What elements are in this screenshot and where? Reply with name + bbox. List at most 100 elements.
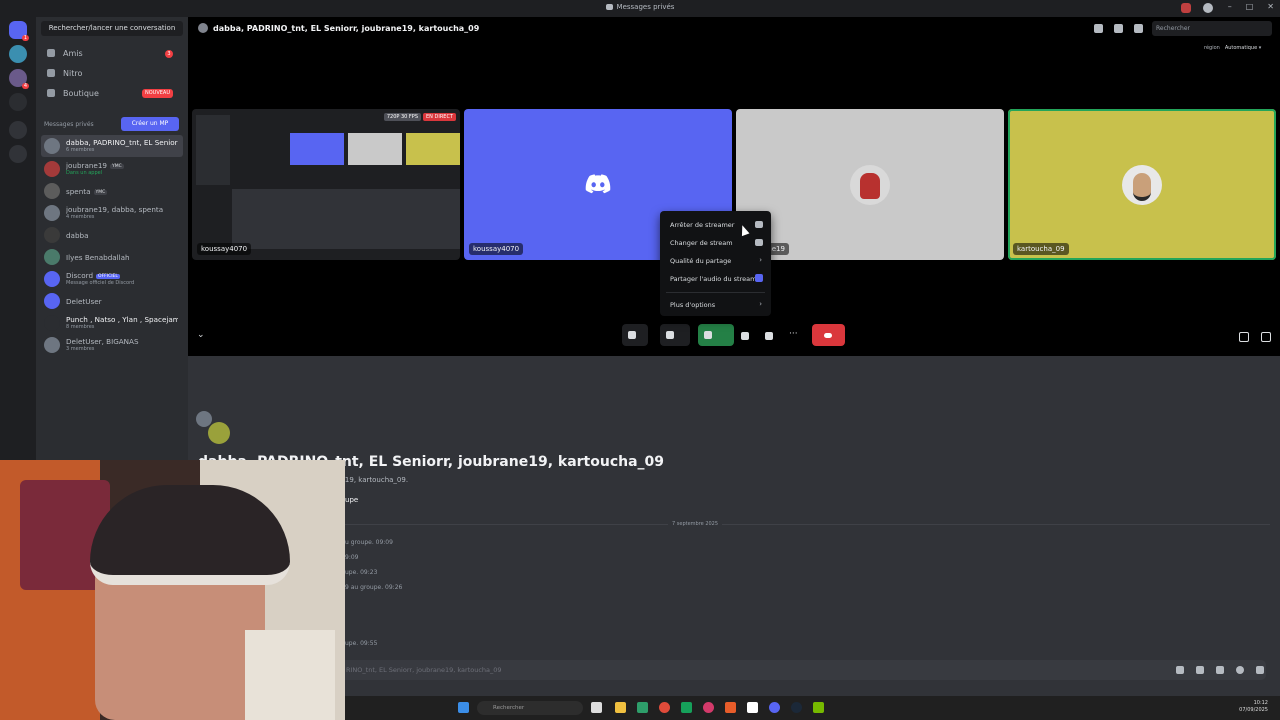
- camera-control[interactable]: [660, 324, 690, 346]
- dm-item[interactable]: Ilyes Benabdallah: [41, 246, 183, 268]
- app-icon[interactable]: [703, 702, 714, 713]
- inbox-icon[interactable]: [1181, 3, 1191, 13]
- fullscreen-icon[interactable]: [1261, 332, 1271, 342]
- stream-control[interactable]: [698, 324, 734, 346]
- hangup-button[interactable]: [812, 324, 845, 346]
- participant-tile[interactable]: kartoucha_09: [1008, 109, 1276, 260]
- microphone-icon: [628, 331, 636, 339]
- screen-share-icon: [704, 331, 712, 339]
- sticker-icon[interactable]: [1216, 666, 1224, 674]
- home-badge: 1: [21, 35, 29, 41]
- windows-start-icon[interactable]: [458, 702, 469, 713]
- menu-item-change-stream[interactable]: Changer de stream: [670, 239, 733, 247]
- group-avatar: [44, 205, 60, 221]
- activities-icon[interactable]: [741, 332, 749, 340]
- chrome-icon[interactable]: [659, 702, 670, 713]
- webcam-overlay: [0, 460, 345, 720]
- group-avatar: [208, 422, 230, 444]
- steam-icon[interactable]: [791, 702, 802, 713]
- maximize-icon[interactable]: □: [1246, 2, 1254, 11]
- hangup-icon: [824, 333, 832, 338]
- nvidia-icon[interactable]: [813, 702, 824, 713]
- explore-icon[interactable]: [9, 145, 27, 163]
- stream-preview: [192, 109, 460, 260]
- avatar: [850, 164, 890, 205]
- discord-taskbar-icon[interactable]: [769, 702, 780, 713]
- avatar: [44, 249, 60, 265]
- sidebar-item-friends[interactable]: Amis 3: [41, 45, 183, 63]
- members-icon[interactable]: [1134, 24, 1143, 33]
- menu-item-more-options[interactable]: Plus d'options: [670, 301, 715, 309]
- checkbox-checked-icon[interactable]: [755, 274, 763, 282]
- menu-item-stop-streaming[interactable]: Arrêter de streamer: [670, 221, 734, 229]
- file-explorer-icon[interactable]: [615, 702, 626, 713]
- soundboard-icon[interactable]: [765, 332, 773, 340]
- group-icon: [198, 23, 208, 33]
- tile-label: kartoucha_09: [1013, 243, 1069, 255]
- group-avatar: [44, 138, 60, 154]
- dm-item[interactable]: joubrane19 YMC Dans un appel: [41, 158, 183, 180]
- discord-icon: [605, 4, 613, 10]
- nitro-icon: [47, 69, 55, 77]
- system-message: upe. 09:23: [345, 569, 378, 576]
- server-icon[interactable]: 4: [9, 69, 29, 89]
- gift-icon[interactable]: [1176, 666, 1184, 674]
- more-options-icon[interactable]: ···: [789, 329, 798, 339]
- webcam-cap: [90, 485, 290, 585]
- sidebar-item-shop[interactable]: Boutique NOUVEAU: [41, 85, 183, 103]
- message-input[interactable]: RINO_tnt, EL Seniorr, joubrane19, kartou…: [338, 660, 1266, 680]
- window-titlebar: Messages privés – □ ✕: [0, 0, 1280, 17]
- emoji-icon[interactable]: [1236, 666, 1244, 674]
- minimize-icon[interactable]: –: [1228, 2, 1232, 11]
- preview-tile: [406, 133, 460, 165]
- add-member-icon[interactable]: [1114, 24, 1123, 33]
- chevron-down-icon[interactable]: ⌄: [197, 330, 205, 340]
- gif-icon[interactable]: [1196, 666, 1204, 674]
- region-selector[interactable]: région Automatique ▾: [1204, 45, 1261, 51]
- friends-badge: 3: [165, 50, 173, 58]
- search-input[interactable]: Rechercher: [1152, 21, 1272, 36]
- help-icon[interactable]: [1203, 3, 1213, 13]
- popout-icon[interactable]: [1239, 332, 1249, 342]
- mic-control[interactable]: [622, 324, 648, 346]
- app-icon[interactable]: [747, 702, 758, 713]
- dm-item[interactable]: dabba, PADRINO_tnt, EL Seniorr,... 6 mem…: [41, 135, 183, 157]
- stream-tile[interactable]: 720P 30 FPS EN DIRECT koussay4070: [192, 109, 460, 260]
- dm-item[interactable]: joubrane19, dabba, spenta 4 membres: [41, 202, 183, 224]
- screen-icon: [755, 239, 763, 246]
- sidebar-item-nitro[interactable]: Nitro: [41, 65, 183, 83]
- live-badge: EN DIRECT: [423, 113, 456, 121]
- app-icon[interactable]: [591, 702, 602, 713]
- add-server-icon[interactable]: [9, 121, 27, 139]
- home-icon[interactable]: 1: [9, 21, 29, 41]
- server-tag: YMC: [110, 164, 124, 169]
- apps-icon[interactable]: [1256, 666, 1264, 674]
- browser-icon[interactable]: [637, 702, 648, 713]
- menu-item-share-audio[interactable]: Partager l'audio du stream: [670, 275, 756, 283]
- app-icon[interactable]: [725, 702, 736, 713]
- create-dm-button[interactable]: Créer un MP: [121, 117, 179, 131]
- menu-item-stream-quality[interactable]: Qualité du partage: [670, 257, 731, 265]
- window-controls: – □ ✕: [1228, 2, 1274, 11]
- clock[interactable]: 10:12 07/09/2025: [1239, 700, 1268, 714]
- avatar-face: [1133, 172, 1151, 201]
- taskbar-search-input[interactable]: Rechercher: [477, 701, 583, 715]
- server-icon[interactable]: [9, 93, 27, 111]
- dm-item[interactable]: DeletUser, BIGANAS 3 membres: [41, 334, 183, 356]
- dm-item[interactable]: spenta YMC: [41, 180, 183, 202]
- dm-item[interactable]: Discord OFFICIEL Message officiel de Disc…: [41, 268, 183, 290]
- find-conversation-button[interactable]: Rechercher/lancer une conversation: [41, 21, 183, 36]
- dm-item[interactable]: DeletUser: [41, 290, 183, 312]
- dm-item[interactable]: dabba: [41, 224, 183, 246]
- participant-tile[interactable]: joubrane19: [736, 109, 1004, 260]
- server-icon[interactable]: [9, 45, 27, 63]
- chat-area: dabba, PADRINO_tnt, EL Seniorr, joubrane…: [188, 356, 1280, 696]
- screen-off-icon: [755, 221, 763, 228]
- window-title: Messages privés: [0, 3, 1280, 11]
- dm-item[interactable]: Punch , Natso , Ylan , Spacejam 8 membre…: [41, 312, 183, 334]
- server-rail: 1 4: [0, 17, 36, 460]
- chevron-right-icon: ›: [759, 300, 762, 308]
- app-icon[interactable]: [681, 702, 692, 713]
- pin-icon[interactable]: [1094, 24, 1103, 33]
- close-icon[interactable]: ✕: [1267, 2, 1274, 11]
